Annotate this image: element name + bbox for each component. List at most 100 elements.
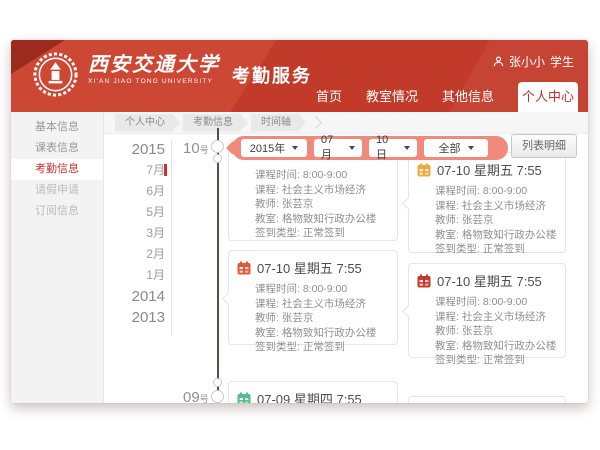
filter-dropdown[interactable]: 07月 (314, 139, 362, 157)
university-logo-block: 西安交通大学 XI'AN JIAO TONG UNIVERSITY 考勤服务 (32, 51, 312, 98)
user-name: 张小小 (509, 53, 545, 70)
timeline-year[interactable]: 2013 (107, 307, 165, 328)
university-name-en: XI'AN JIAO TONG UNIVERSITY (88, 78, 220, 85)
card-field: 教师: 张芸京 (255, 197, 389, 212)
field-value: 正常签到 (483, 354, 525, 366)
day-unit: 号 (200, 145, 209, 155)
list-detail-button[interactable]: 列表明细 (511, 134, 577, 158)
field-value: 8:00-9:00 (303, 283, 347, 295)
card-field: 教室: 格物致知行政办公楼 (255, 212, 389, 227)
screenshot-canvas: 西安交通大学 XI'AN JIAO TONG UNIVERSITY 考勤服务 张… (0, 0, 600, 450)
field-value: 张芸京 (282, 312, 314, 324)
field-label: 签到类型: (435, 243, 483, 255)
attendance-card (408, 396, 566, 403)
sidebar-item[interactable]: 基本信息 (11, 117, 103, 138)
university-name-zh: 西安交通大学 (88, 51, 220, 77)
card-field: 课程: 社会主义市场经济 (255, 297, 389, 312)
filter-dropdown-value: 全部 (439, 140, 461, 156)
user-info[interactable]: 张小小 学生 (493, 53, 574, 70)
card-field: 课程: 社会主义市场经济 (255, 183, 389, 198)
card-title-row: 07-10 星期五 7:55 (409, 264, 565, 293)
card-field: 教师: 张芸京 (435, 213, 557, 228)
card-fields: 课程时间: 8:00-9:00课程: 社会主义市场经济教师: 张芸京教室: 格物… (229, 280, 397, 361)
timeline-scale: 20157月6月5月3月2月1月20142013 (107, 139, 165, 328)
timeline-month[interactable]: 2月 (107, 244, 165, 265)
card-field: 签到类型: 正常签到 (255, 340, 389, 355)
field-value: 张芸京 (462, 325, 494, 337)
field-label: 课程时间: (255, 283, 303, 295)
card-title: 07-10 星期五 7:55 (437, 160, 542, 179)
app-header: 西安交通大学 XI'AN JIAO TONG UNIVERSITY 考勤服务 张… (11, 40, 588, 112)
nav-item-link[interactable]: 教室情况 (366, 82, 418, 112)
card-title: 07-10 星期五 7:55 (437, 271, 542, 290)
day-unit: 号 (200, 394, 209, 403)
person-icon (493, 56, 504, 67)
timeline-month[interactable]: 1月 (107, 265, 165, 286)
filter-dropdown[interactable]: 全部 (424, 139, 488, 157)
field-label: 课程时间: (435, 185, 483, 197)
timeline-year[interactable]: 2014 (107, 286, 165, 307)
filter-dropdown[interactable]: 2015年 (241, 139, 307, 157)
nav-item-link[interactable]: 其他信息 (442, 82, 494, 112)
field-value: 张芸京 (282, 198, 314, 210)
sidebar: 基本信息课表信息考勤信息请假申请订阅信息 (11, 112, 104, 403)
attendance-card: 07-10 星期五 7:55课程时间: 8:00-9:00课程: 社会主义市场经… (228, 250, 398, 345)
timeline-month[interactable]: 5月 (107, 202, 165, 223)
card-field: 课程时间: 8:00-9:00 (255, 168, 389, 183)
field-value: 正常签到 (483, 243, 525, 255)
app-title: 考勤服务 (232, 62, 312, 88)
field-label: 教师: (435, 325, 462, 337)
card-fields: 课程时间: 8:00-9:00课程: 社会主义市场经济教师: 张芸京教室: 格物… (409, 293, 565, 374)
sidebar-item[interactable]: 课表信息 (11, 138, 103, 159)
university-name: 西安交通大学 XI'AN JIAO TONG UNIVERSITY (88, 51, 220, 85)
sidebar-item[interactable]: 请假申请 (11, 180, 103, 201)
caret-down-icon (292, 146, 298, 150)
timeline-year[interactable]: 2015 (107, 139, 165, 160)
nav-item-link[interactable]: 首页 (316, 82, 342, 112)
card-field: 教室: 格物致知行政办公楼 (255, 326, 389, 341)
field-value: 格物致知行政办公楼 (462, 229, 557, 241)
university-gear-logo-icon (32, 51, 79, 98)
timeline-month[interactable]: 7月 (107, 160, 165, 181)
card-field: 课程时间: 8:00-9:00 (435, 295, 557, 310)
field-value: 社会主义市场经济 (462, 200, 546, 212)
caret-down-icon (349, 146, 355, 150)
field-label: 课程时间: (255, 169, 303, 181)
field-value: 张芸京 (462, 214, 494, 226)
caret-down-icon (404, 146, 410, 150)
field-label: 教师: (255, 312, 282, 324)
card-title-row: 07-10 星期五 7:55 (229, 251, 397, 280)
sidebar-item[interactable]: 订阅信息 (11, 201, 103, 222)
sidebar-item[interactable]: 考勤信息 (11, 159, 103, 180)
breadcrumb: 个人中心考勤信息时间轴 (104, 112, 588, 134)
user-role: 学生 (550, 53, 574, 70)
field-label: 教室: (255, 213, 282, 225)
card-field: 签到类型: 正常签到 (435, 353, 557, 368)
timeline-node-large (211, 390, 224, 403)
field-label: 课程: (255, 184, 282, 196)
attendance-card: 07-10 星期五 7:55课程时间: 8:00-9:00课程: 社会主义市场经… (408, 263, 566, 358)
timeline-day-label: 09号 (183, 389, 209, 403)
field-label: 课程: (255, 298, 282, 310)
field-label: 课程: (435, 200, 462, 212)
scale-divider-line (171, 140, 172, 336)
breadcrumb-item[interactable]: 个人中心 (115, 114, 180, 132)
field-value: 社会主义市场经济 (462, 311, 546, 323)
nav-item-active[interactable]: 个人中心 (518, 82, 578, 112)
timeline-month[interactable]: 6月 (107, 181, 165, 202)
field-value: 正常签到 (303, 341, 345, 353)
filter-dropdown-value: 10日 (376, 134, 397, 162)
calendar-icon (417, 163, 431, 177)
field-value: 社会主义市场经济 (282, 184, 366, 196)
card-field: 课程时间: 8:00-9:00 (255, 282, 389, 297)
timeline-node-small (213, 378, 222, 387)
attendance-card: 07-09 星期四 7:55 (228, 381, 398, 403)
filter-dropdown[interactable]: 10日 (369, 139, 417, 157)
breadcrumb-item[interactable]: 考勤信息 (183, 114, 248, 132)
filter-dropdown-value: 2015年 (250, 140, 285, 156)
card-title-row: 07-09 星期四 7:55 (229, 382, 397, 403)
field-label: 课程时间: (435, 296, 483, 308)
field-label: 教师: (435, 214, 462, 226)
timeline-month[interactable]: 3月 (107, 223, 165, 244)
breadcrumb-item[interactable]: 时间轴 (251, 114, 306, 132)
